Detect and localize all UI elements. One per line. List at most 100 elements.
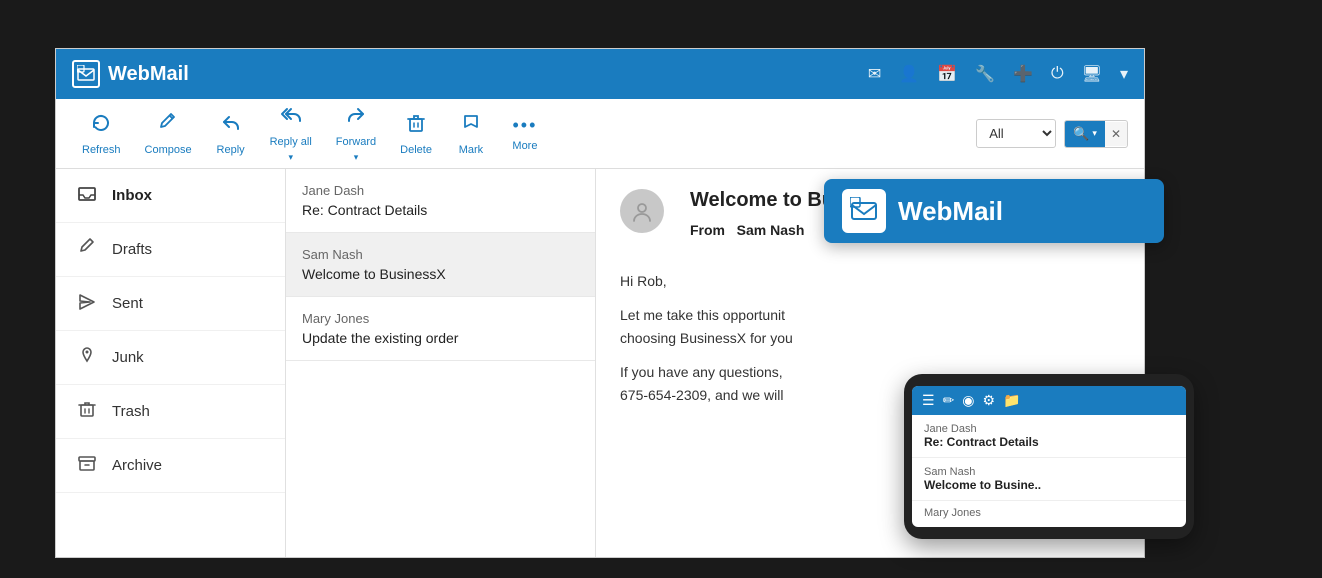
compose-button[interactable]: Compose [135,106,202,162]
inbox-label: Inbox [112,187,152,204]
reply-all-button[interactable]: Reply all ▾ [260,98,322,169]
mobile-email-1: Jane Dash Re: Contract Details [912,415,1186,458]
sent-icon [76,291,98,316]
mark-button[interactable]: Mark [446,106,496,162]
email-sender-1: Jane Dash [302,183,579,198]
junk-icon [76,345,98,370]
sidebar-item-archive[interactable]: Archive [56,439,285,493]
dropdown-icon[interactable]: ▾ [1120,64,1128,84]
email-greeting: Hi Rob, [620,270,1120,292]
forward-label: Forward [336,136,376,148]
reply-all-arrow: ▾ [288,152,293,163]
search-container: 🔍 ▾ ✕ [1064,120,1128,148]
email-body-1: Let me take this opportunit [620,304,1120,326]
mobile-subject-2: Welcome to Busine.. [924,478,1174,492]
mobile-menu-icon: ☰ [922,392,935,409]
mobile-settings-icon: ⚙ [983,392,996,409]
forward-arrow: ▾ [354,152,359,163]
search-dropdown-icon: ▾ [1092,128,1097,139]
forward-icon [345,104,367,132]
sidebar-item-junk[interactable]: Junk [56,331,285,385]
filter-select[interactable]: All Unread Read Flagged [976,119,1056,148]
mobile-sender-2: Sam Nash [924,466,1174,478]
logo-text: WebMail [108,63,189,86]
sent-label: Sent [112,295,143,312]
mobile-header: ☰ ✏ ◉ ⚙ 📁 [912,386,1186,415]
sidebar-item-sent[interactable]: Sent [56,277,285,331]
from-label: From [690,222,725,238]
promo-overlay: WebMail ☰ ✏ ◉ ⚙ 📁 Jane Dash Re: Contract… [824,179,1164,243]
mobile-folder-icon: 📁 [1003,392,1020,409]
mobile-toggle-icon: ◉ [962,392,974,409]
search-clear-button[interactable]: ✕ [1105,122,1127,146]
more-label: More [512,140,537,152]
email-list: Jane Dash Re: Contract Details Sam Nash … [286,169,596,557]
forward-button[interactable]: Forward ▾ [326,98,386,169]
trash-icon [76,399,98,424]
drafts-icon [76,237,98,262]
reply-all-label: Reply all [270,136,312,148]
settings-icon[interactable]: 🔧 [975,64,995,84]
webmail-app: WebMail ✉ 👤 📅 🔧 ➕ ⏻ 🖥 ▾ Refresh [55,48,1145,558]
compose-icon [157,112,179,140]
sidebar-item-inbox[interactable]: Inbox [56,169,285,223]
promo-logo-icon [842,189,886,233]
compose-label: Compose [145,144,192,156]
mobile-subject-1: Re: Contract Details [924,435,1174,449]
email-item-2[interactable]: Sam Nash Welcome to BusinessX [286,233,595,297]
trash-label: Trash [112,403,150,420]
archive-label: Archive [112,457,162,474]
email-body-2: choosing BusinessX for you [620,327,1120,349]
toolbar-right: All Unread Read Flagged 🔍 ▾ ✕ [976,119,1128,148]
mobile-screen: ☰ ✏ ◉ ⚙ 📁 Jane Dash Re: Contract Details… [912,386,1186,527]
mobile-email-partial: Mary Jones [912,501,1186,527]
sidebar: Inbox Drafts Sent [56,169,286,557]
mobile-email-2: Sam Nash Welcome to Busine.. [912,458,1186,501]
email-sender-3: Mary Jones [302,311,579,326]
email-subject-2: Welcome to BusinessX [302,266,579,282]
display-icon[interactable]: 🖥 [1082,64,1102,84]
inbox-icon [76,183,98,208]
search-icon: 🔍 [1073,126,1089,142]
promo-title: WebMail [898,196,1003,227]
mail-icon[interactable]: ✉ [868,64,881,84]
logo-icon [72,60,100,88]
reply-icon [220,112,242,140]
more-button[interactable]: ••• More [500,109,550,158]
contacts-icon[interactable]: 👤 [899,64,919,84]
delete-button[interactable]: Delete [390,106,442,162]
drafts-label: Drafts [112,241,152,258]
search-button[interactable]: 🔍 ▾ [1065,121,1105,147]
junk-label: Junk [112,349,144,366]
mobile-sender-3: Mary Jones [924,507,1174,519]
email-item-1[interactable]: Jane Dash Re: Contract Details [286,169,595,233]
mark-label: Mark [459,144,483,156]
refresh-icon [90,112,112,140]
sidebar-item-drafts[interactable]: Drafts [56,223,285,277]
more-icon: ••• [512,115,537,136]
calendar-icon[interactable]: 📅 [937,64,957,84]
refresh-button[interactable]: Refresh [72,106,131,162]
mobile-sender-1: Jane Dash [924,423,1174,435]
delete-label: Delete [400,144,432,156]
refresh-label: Refresh [82,144,121,156]
reply-all-icon [280,104,302,132]
power-icon[interactable]: ⏻ [1051,65,1064,83]
reply-label: Reply [217,144,245,156]
mobile-email-list: Jane Dash Re: Contract Details Sam Nash … [912,415,1186,527]
sidebar-item-trash[interactable]: Trash [56,385,285,439]
avatar [620,189,664,233]
toolbar: Refresh Compose Reply [56,99,1144,169]
mark-icon [460,112,482,140]
mobile-mockup: ☰ ✏ ◉ ⚙ 📁 Jane Dash Re: Contract Details… [904,374,1194,539]
reply-button[interactable]: Reply [206,106,256,162]
email-subject-3: Update the existing order [302,330,579,346]
header-bar: WebMail ✉ 👤 📅 🔧 ➕ ⏻ 🖥 ▾ [56,49,1144,99]
email-item-3[interactable]: Mary Jones Update the existing order [286,297,595,361]
email-sender-2: Sam Nash [302,247,579,262]
header-icons: ✉ 👤 📅 🔧 ➕ ⏻ 🖥 ▾ [868,64,1128,84]
mobile-compose-icon: ✏ [943,392,955,409]
delete-icon [405,112,427,140]
add-icon[interactable]: ➕ [1013,64,1033,84]
promo-badge: WebMail [824,179,1164,243]
